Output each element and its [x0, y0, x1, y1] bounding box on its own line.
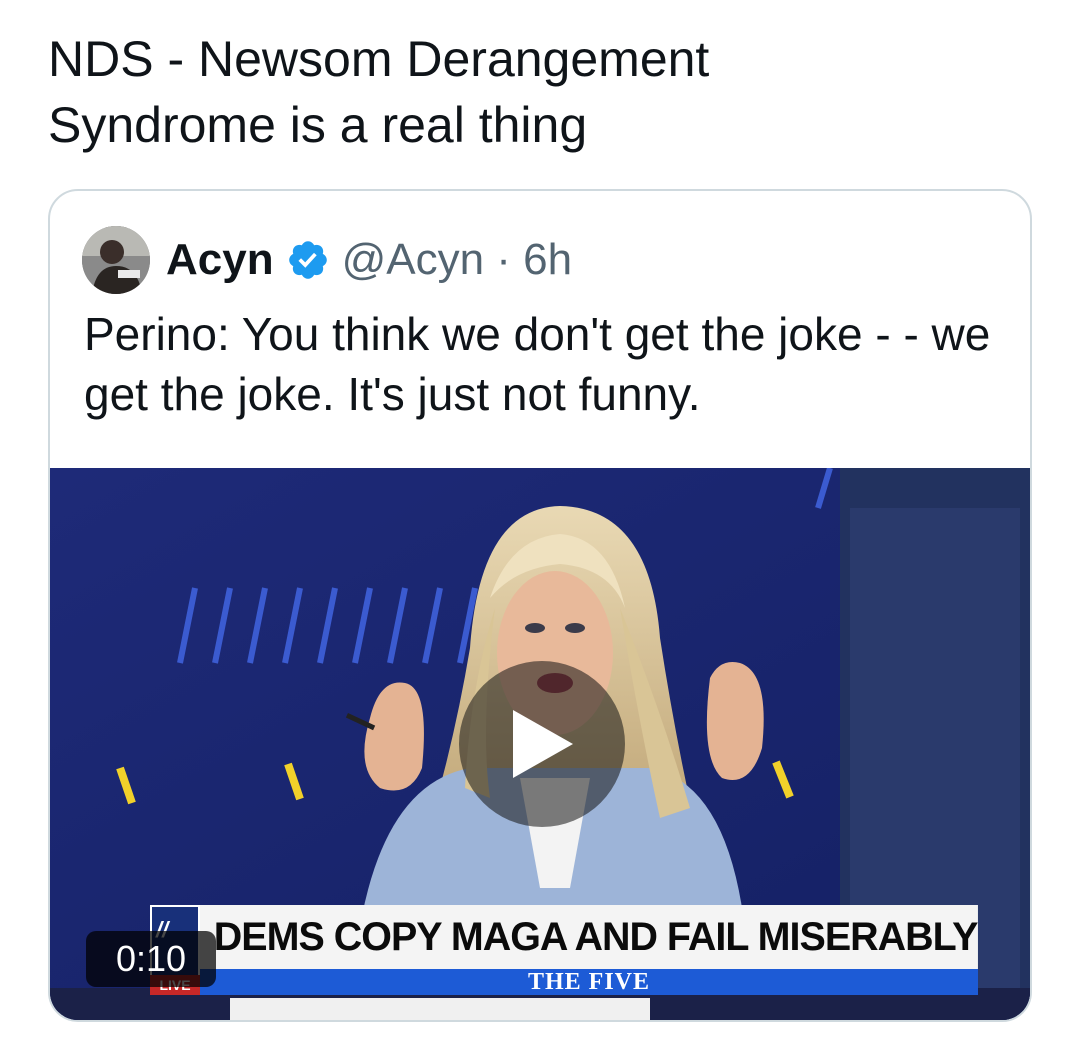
author-handle-timestamp[interactable]: @Acyn · 6h — [342, 235, 573, 285]
chyron-show-name: THE FIVE — [200, 969, 978, 995]
quoted-tweet-text: Perino: You think we don't get the joke … — [84, 308, 991, 420]
quoted-tweet-header: Acyn @Acyn · 6h — [82, 225, 572, 295]
play-icon — [513, 710, 573, 778]
author-name[interactable]: Acyn — [166, 235, 274, 285]
verified-badge-icon — [288, 241, 327, 279]
post-text: NDS - Newsom Derangement Syndrome is a r… — [48, 31, 710, 153]
video-duration: 0:10 — [86, 931, 216, 987]
chyron-headline: DEMS COPY MAGA AND FAIL MISERABLY — [200, 905, 978, 969]
play-button[interactable] — [459, 661, 625, 827]
video-player[interactable]: // LIVE DEMS COPY MAGA AND FAIL MISERABL… — [50, 468, 1030, 1020]
news-chyron: // LIVE DEMS COPY MAGA AND FAIL MISERABL… — [150, 905, 978, 997]
quoted-tweet-card[interactable]: Acyn @Acyn · 6h Perino: You think we don… — [48, 189, 1032, 1022]
author-avatar[interactable] — [82, 226, 150, 294]
